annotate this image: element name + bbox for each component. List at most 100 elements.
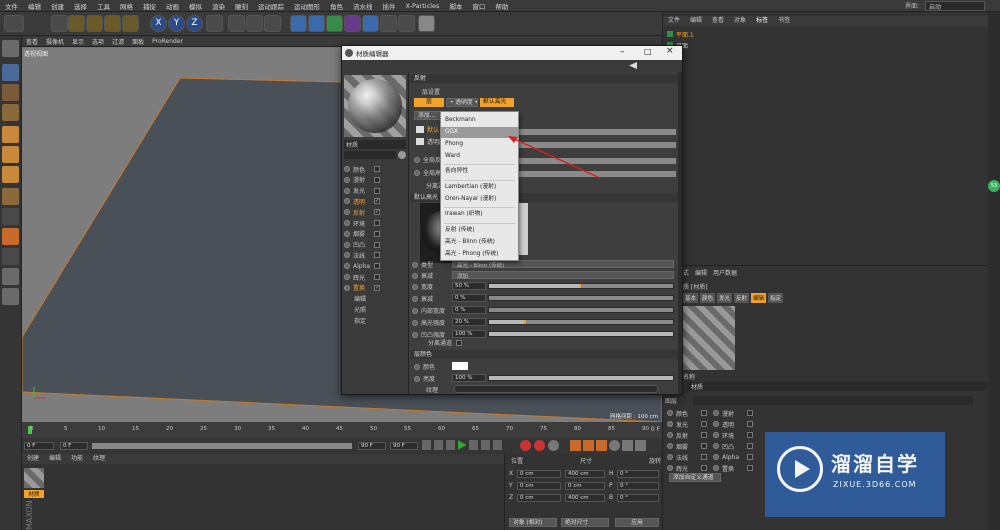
undo-icon[interactable] <box>4 15 24 32</box>
channel-checkbox[interactable] <box>747 421 753 427</box>
radio-icon[interactable] <box>344 187 350 194</box>
menu-item[interactable]: 帮助 <box>490 1 513 11</box>
apply-button[interactable]: 应用 <box>615 518 659 527</box>
channel-item[interactable]: 指定 <box>344 315 380 325</box>
channel-checkbox[interactable] <box>374 263 380 270</box>
radio-icon[interactable] <box>713 410 719 416</box>
channel-item[interactable]: 凹凸 <box>344 240 380 250</box>
tab-edit[interactable]: 编辑 <box>695 268 707 278</box>
channel-checkbox[interactable] <box>747 410 753 416</box>
grid-icon[interactable] <box>2 268 19 285</box>
menu-item[interactable]: 捕捉 <box>138 1 161 11</box>
radio-icon[interactable] <box>344 263 350 270</box>
menu-item[interactable]: 窗口 <box>467 1 490 11</box>
goto-end-icon[interactable] <box>493 440 503 450</box>
scene-icon[interactable] <box>380 15 397 32</box>
radio-icon[interactable] <box>412 331 418 338</box>
menu-item[interactable]: 工具 <box>92 1 115 11</box>
key-scale-icon[interactable] <box>583 440 594 451</box>
subdivision-icon[interactable] <box>326 15 343 32</box>
radio-icon[interactable] <box>667 432 673 438</box>
rotation-field[interactable]: 0 ° <box>617 470 659 478</box>
channel-checkbox[interactable] <box>747 465 753 471</box>
texture-field[interactable] <box>454 385 658 393</box>
property-field[interactable]: 100 % <box>452 330 486 338</box>
menu-item[interactable]: 运动图形 <box>289 1 325 11</box>
radio-icon[interactable] <box>344 209 350 216</box>
channel-item[interactable]: 发光 <box>344 186 380 196</box>
menu-item[interactable]: 网格 <box>115 1 138 11</box>
axis-mode-icon[interactable] <box>2 188 19 205</box>
timeline[interactable]: 0 5 10 15 20 25 30 35 40 45 50 55 60 65 70 75 80 85 90 0 F <box>22 422 662 438</box>
radio-icon[interactable] <box>412 319 418 326</box>
property-slider[interactable] <box>488 295 674 301</box>
menu-item[interactable]: 模拟 <box>184 1 207 11</box>
render-view-icon[interactable] <box>228 15 245 32</box>
dropdown-option[interactable]: GGX <box>441 127 518 138</box>
attribute-subtab[interactable]: 编辑 <box>751 293 767 303</box>
attribute-subtab[interactable]: 基本 <box>683 293 699 303</box>
channel-checkbox[interactable] <box>701 443 707 449</box>
snap-icon[interactable] <box>2 228 19 245</box>
attribute-subtab[interactable]: 指定 <box>768 293 784 303</box>
object-tab[interactable]: 标签 <box>751 16 773 26</box>
texture-mode-icon[interactable] <box>2 84 19 101</box>
next-frame-icon[interactable] <box>469 440 479 450</box>
close-icon[interactable]: × <box>666 46 674 56</box>
channel-checkbox[interactable] <box>701 410 707 416</box>
radio-icon[interactable] <box>344 166 350 172</box>
attribute-subtab[interactable]: 反射 <box>734 293 750 303</box>
viewport-menu-item[interactable]: 显示 <box>68 37 88 46</box>
key-rotation-icon[interactable] <box>596 440 607 451</box>
menu-item[interactable]: 文件 <box>0 1 23 11</box>
channel-checkbox[interactable] <box>374 220 380 226</box>
object-name[interactable]: 平面.1 <box>676 30 694 39</box>
menu-item[interactable]: 脚本 <box>444 1 467 11</box>
start-frame-field[interactable]: 0 F <box>24 442 54 450</box>
maximize-icon[interactable]: □ <box>644 47 652 56</box>
radio-icon[interactable] <box>713 443 719 449</box>
cube-icon[interactable] <box>290 15 307 32</box>
property-field[interactable]: 50 % <box>452 282 486 290</box>
keyframe-selection-icon[interactable] <box>548 440 559 451</box>
rotation-field[interactable]: 0 ° <box>617 494 659 502</box>
radio-icon[interactable] <box>412 272 418 279</box>
render-picture-icon[interactable] <box>246 15 263 32</box>
channel-checkbox[interactable] <box>374 176 380 183</box>
radio-icon[interactable] <box>713 454 719 460</box>
property-field[interactable]: 0 % <box>452 306 486 314</box>
back-arrow-icon[interactable] <box>629 62 637 69</box>
transparency-tab[interactable]: • 透明度 • <box>446 98 478 107</box>
radio-icon[interactable] <box>713 465 719 471</box>
property-slider[interactable] <box>488 331 674 337</box>
viewport-menu-item[interactable]: 摄像机 <box>42 37 68 46</box>
channel-checkbox[interactable] <box>374 252 380 259</box>
size-field[interactable]: 400 cm <box>565 470 605 478</box>
record-icon[interactable] <box>520 440 531 451</box>
make-editable-icon[interactable] <box>2 40 19 57</box>
polygons-mode-icon[interactable] <box>2 166 19 183</box>
channel-item[interactable]: 透明 ✓ <box>344 196 380 206</box>
radio-icon[interactable] <box>414 169 420 176</box>
name-field[interactable]: 材质 <box>687 382 987 391</box>
size-field[interactable]: 0 cm <box>565 482 605 490</box>
channel-checkbox[interactable] <box>701 465 707 471</box>
add-layer-button[interactable]: 添加... <box>414 111 442 120</box>
radio-icon[interactable] <box>412 307 418 314</box>
object-row-2[interactable]: 平面 <box>667 40 987 50</box>
rotation-field[interactable]: 0 ° <box>617 482 659 490</box>
layer-icon[interactable] <box>2 288 19 305</box>
mode-select[interactable]: 对象 (相对) <box>509 518 557 527</box>
material-menu-item[interactable]: 编辑 <box>44 454 66 464</box>
dialog-scrollbar[interactable] <box>678 72 682 394</box>
object-tab[interactable]: 文件 <box>663 16 685 26</box>
brightness-field[interactable]: 100 % <box>452 374 486 382</box>
material-menu-item[interactable]: 功能 <box>66 454 88 464</box>
viewport-menu-item[interactable]: ProRender <box>148 38 187 45</box>
lock-icon[interactable] <box>2 248 19 265</box>
material-preview[interactable] <box>344 75 406 137</box>
channel-checkbox[interactable]: ✓ <box>374 198 380 205</box>
add-custom-channel-button[interactable]: 添加自定义通道 <box>669 473 721 482</box>
coord-system-icon[interactable] <box>206 15 223 32</box>
radio-icon[interactable] <box>713 432 719 438</box>
